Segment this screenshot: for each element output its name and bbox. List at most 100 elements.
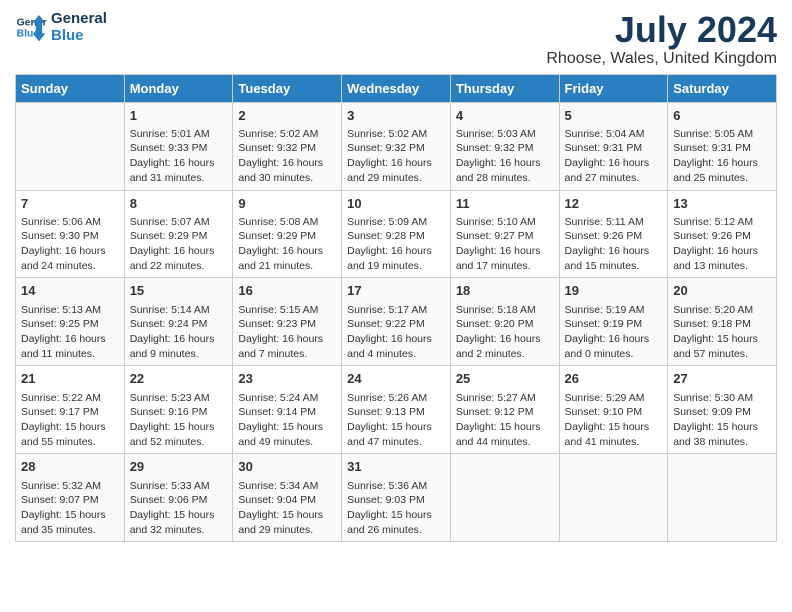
day-number: 11	[456, 195, 554, 213]
calendar-cell: 31 Sunrise: 5:36 AM Sunset: 9:03 PM Dayli…	[342, 454, 451, 542]
day-number: 26	[565, 370, 663, 388]
calendar-cell: 13 Sunrise: 5:12 AM Sunset: 9:26 PM Dayli…	[668, 190, 777, 278]
calendar-week-5: 28 Sunrise: 5:32 AM Sunset: 9:07 PM Dayli…	[16, 454, 777, 542]
day-info: Sunrise: 5:02 AM Sunset: 9:32 PM Dayligh…	[238, 127, 336, 186]
calendar-cell: 15 Sunrise: 5:14 AM Sunset: 9:24 PM Dayli…	[124, 278, 233, 366]
weekday-header-friday: Friday	[559, 74, 668, 102]
weekday-header-monday: Monday	[124, 74, 233, 102]
calendar-cell: 25 Sunrise: 5:27 AM Sunset: 9:12 PM Dayli…	[450, 366, 559, 454]
day-number: 15	[130, 282, 228, 300]
day-number: 22	[130, 370, 228, 388]
weekday-header-wednesday: Wednesday	[342, 74, 451, 102]
calendar-cell: 8 Sunrise: 5:07 AM Sunset: 9:29 PM Daylig…	[124, 190, 233, 278]
day-info: Sunrise: 5:09 AM Sunset: 9:28 PM Dayligh…	[347, 215, 445, 274]
calendar-cell: 3 Sunrise: 5:02 AM Sunset: 9:32 PM Daylig…	[342, 102, 451, 190]
calendar-cell: 6 Sunrise: 5:05 AM Sunset: 9:31 PM Daylig…	[668, 102, 777, 190]
day-number: 3	[347, 107, 445, 125]
day-info: Sunrise: 5:10 AM Sunset: 9:27 PM Dayligh…	[456, 215, 554, 274]
calendar-week-3: 14 Sunrise: 5:13 AM Sunset: 9:25 PM Dayli…	[16, 278, 777, 366]
calendar-cell: 22 Sunrise: 5:23 AM Sunset: 9:16 PM Dayli…	[124, 366, 233, 454]
day-number: 31	[347, 458, 445, 476]
day-info: Sunrise: 5:06 AM Sunset: 9:30 PM Dayligh…	[21, 215, 119, 274]
day-number: 1	[130, 107, 228, 125]
logo-icon: General Blue	[15, 11, 47, 43]
day-number: 10	[347, 195, 445, 213]
day-number: 13	[673, 195, 771, 213]
calendar-table: SundayMondayTuesdayWednesdayThursdayFrid…	[15, 74, 777, 543]
day-number: 2	[238, 107, 336, 125]
day-info: Sunrise: 5:20 AM Sunset: 9:18 PM Dayligh…	[673, 303, 771, 362]
calendar-week-2: 7 Sunrise: 5:06 AM Sunset: 9:30 PM Daylig…	[16, 190, 777, 278]
day-info: Sunrise: 5:24 AM Sunset: 9:14 PM Dayligh…	[238, 391, 336, 450]
title-area: July 2024 Rhoose, Wales, United Kingdom	[546, 10, 777, 68]
calendar-cell: 23 Sunrise: 5:24 AM Sunset: 9:14 PM Dayli…	[233, 366, 342, 454]
day-number: 28	[21, 458, 119, 476]
day-number: 23	[238, 370, 336, 388]
calendar-cell: 10 Sunrise: 5:09 AM Sunset: 9:28 PM Dayli…	[342, 190, 451, 278]
day-number: 5	[565, 107, 663, 125]
calendar-week-4: 21 Sunrise: 5:22 AM Sunset: 9:17 PM Dayli…	[16, 366, 777, 454]
calendar-cell	[559, 454, 668, 542]
day-number: 14	[21, 282, 119, 300]
day-info: Sunrise: 5:29 AM Sunset: 9:10 PM Dayligh…	[565, 391, 663, 450]
location-subtitle: Rhoose, Wales, United Kingdom	[546, 50, 777, 68]
calendar-cell	[16, 102, 125, 190]
day-info: Sunrise: 5:27 AM Sunset: 9:12 PM Dayligh…	[456, 391, 554, 450]
calendar-cell: 18 Sunrise: 5:18 AM Sunset: 9:20 PM Dayli…	[450, 278, 559, 366]
calendar-cell: 16 Sunrise: 5:15 AM Sunset: 9:23 PM Dayli…	[233, 278, 342, 366]
day-info: Sunrise: 5:03 AM Sunset: 9:32 PM Dayligh…	[456, 127, 554, 186]
day-info: Sunrise: 5:26 AM Sunset: 9:13 PM Dayligh…	[347, 391, 445, 450]
day-number: 4	[456, 107, 554, 125]
day-number: 30	[238, 458, 336, 476]
day-info: Sunrise: 5:23 AM Sunset: 9:16 PM Dayligh…	[130, 391, 228, 450]
day-info: Sunrise: 5:07 AM Sunset: 9:29 PM Dayligh…	[130, 215, 228, 274]
calendar-cell: 4 Sunrise: 5:03 AM Sunset: 9:32 PM Daylig…	[450, 102, 559, 190]
day-info: Sunrise: 5:19 AM Sunset: 9:19 PM Dayligh…	[565, 303, 663, 362]
day-number: 21	[21, 370, 119, 388]
day-number: 20	[673, 282, 771, 300]
calendar-cell: 12Sunrise: 5:11 AM Sunset: 9:26 PM Dayli…	[559, 190, 668, 278]
weekday-header-thursday: Thursday	[450, 74, 559, 102]
day-info: Sunrise: 5:02 AM Sunset: 9:32 PM Dayligh…	[347, 127, 445, 186]
day-info: Sunrise: 5:30 AM Sunset: 9:09 PM Dayligh…	[673, 391, 771, 450]
day-number: 8	[130, 195, 228, 213]
day-number: 19	[565, 282, 663, 300]
calendar-cell: 17 Sunrise: 5:17 AM Sunset: 9:22 PM Dayli…	[342, 278, 451, 366]
day-number: 17	[347, 282, 445, 300]
day-info: Sunrise: 5:12 AM Sunset: 9:26 PM Dayligh…	[673, 215, 771, 274]
day-number: 29	[130, 458, 228, 476]
day-number: 25	[456, 370, 554, 388]
weekday-header-saturday: Saturday	[668, 74, 777, 102]
calendar-cell	[668, 454, 777, 542]
day-info: Sunrise: 5:05 AM Sunset: 9:31 PM Dayligh…	[673, 127, 771, 186]
calendar-cell: 26 Sunrise: 5:29 AM Sunset: 9:10 PM Dayli…	[559, 366, 668, 454]
page-header: General Blue General Blue July 2024 Rhoo…	[15, 10, 777, 68]
day-info: Sunrise: 5:22 AM Sunset: 9:17 PM Dayligh…	[21, 391, 119, 450]
calendar-cell: 24 Sunrise: 5:26 AM Sunset: 9:13 PM Dayli…	[342, 366, 451, 454]
day-info: Sunrise: 5:15 AM Sunset: 9:23 PM Dayligh…	[238, 303, 336, 362]
weekday-header-sunday: Sunday	[16, 74, 125, 102]
day-info: Sunrise: 5:36 AM Sunset: 9:03 PM Dayligh…	[347, 479, 445, 538]
calendar-cell: 2 Sunrise: 5:02 AM Sunset: 9:32 PM Daylig…	[233, 102, 342, 190]
day-number: 7	[21, 195, 119, 213]
day-number: 27	[673, 370, 771, 388]
calendar-cell: 14 Sunrise: 5:13 AM Sunset: 9:25 PM Dayli…	[16, 278, 125, 366]
calendar-cell: 20 Sunrise: 5:20 AM Sunset: 9:18 PM Dayli…	[668, 278, 777, 366]
logo: General Blue General Blue	[15, 10, 107, 44]
calendar-week-1: 1Sunrise: 5:01 AM Sunset: 9:33 PM Daylig…	[16, 102, 777, 190]
day-info: Sunrise: 5:14 AM Sunset: 9:24 PM Dayligh…	[130, 303, 228, 362]
day-number: 16	[238, 282, 336, 300]
day-info: Sunrise: 5:34 AM Sunset: 9:04 PM Dayligh…	[238, 479, 336, 538]
day-info: Sunrise: 5:13 AM Sunset: 9:25 PM Dayligh…	[21, 303, 119, 362]
calendar-cell: 9Sunrise: 5:08 AM Sunset: 9:29 PM Daylig…	[233, 190, 342, 278]
day-number: 24	[347, 370, 445, 388]
calendar-cell: 19 Sunrise: 5:19 AM Sunset: 9:19 PM Dayli…	[559, 278, 668, 366]
calendar-cell: 5Sunrise: 5:04 AM Sunset: 9:31 PM Daylig…	[559, 102, 668, 190]
day-info: Sunrise: 5:18 AM Sunset: 9:20 PM Dayligh…	[456, 303, 554, 362]
day-number: 6	[673, 107, 771, 125]
day-info: Sunrise: 5:17 AM Sunset: 9:22 PM Dayligh…	[347, 303, 445, 362]
day-info: Sunrise: 5:33 AM Sunset: 9:06 PM Dayligh…	[130, 479, 228, 538]
day-number: 18	[456, 282, 554, 300]
calendar-cell: 21 Sunrise: 5:22 AM Sunset: 9:17 PM Dayli…	[16, 366, 125, 454]
day-info: Sunrise: 5:32 AM Sunset: 9:07 PM Dayligh…	[21, 479, 119, 538]
